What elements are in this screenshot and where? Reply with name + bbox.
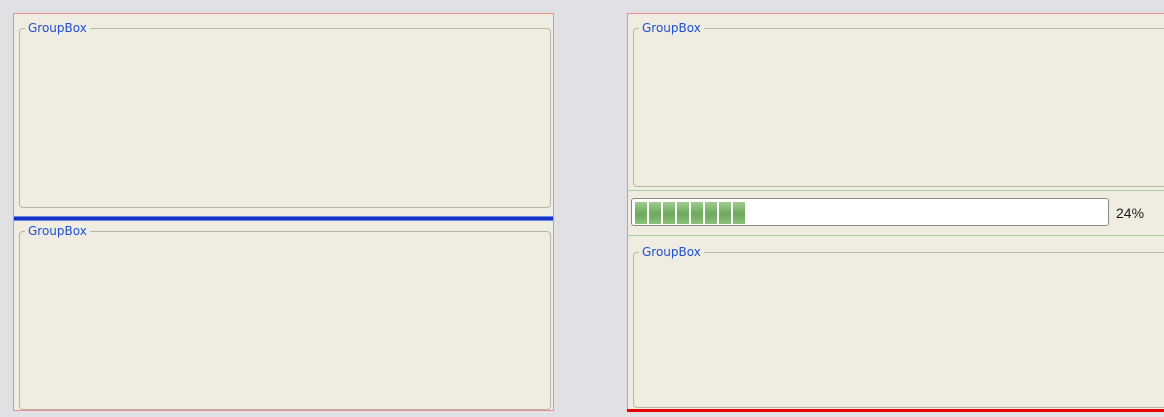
progress-segment xyxy=(691,202,703,224)
active-edge-indicator xyxy=(627,409,1164,412)
progress-segment xyxy=(635,202,647,224)
progress-bar xyxy=(631,198,1109,226)
right-panel: GroupBox 24% GroupBox xyxy=(627,13,1164,412)
progress-segment xyxy=(649,202,661,224)
groupbox-left-bottom: GroupBox xyxy=(19,223,551,410)
groupbox-title: GroupBox xyxy=(639,20,704,36)
progress-segment xyxy=(663,202,675,224)
progress-fill xyxy=(635,202,745,224)
progress-segment xyxy=(733,202,745,224)
progress-segment xyxy=(705,202,717,224)
groupbox-title: GroupBox xyxy=(25,223,90,239)
progress-segment xyxy=(677,202,689,224)
groupbox-title: GroupBox xyxy=(25,20,90,36)
progress-area: 24% xyxy=(628,190,1164,236)
splitter-handle[interactable] xyxy=(14,216,553,221)
progress-label: 24% xyxy=(1116,205,1145,221)
groupbox-title: GroupBox xyxy=(639,244,704,260)
groupbox-right-bottom: GroupBox xyxy=(633,244,1164,408)
groupbox-right-top: GroupBox xyxy=(633,20,1164,187)
left-panel: GroupBox GroupBox xyxy=(13,13,554,411)
progress-segment xyxy=(719,202,731,224)
groupbox-left-top: GroupBox xyxy=(19,20,551,208)
